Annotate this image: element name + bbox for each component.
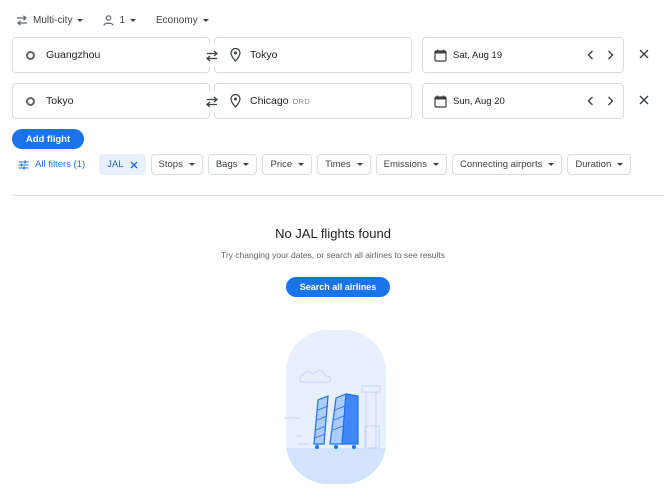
passengers-count: 1	[119, 14, 126, 26]
origin-ring-icon	[26, 96, 35, 106]
chevron-left-icon	[587, 50, 593, 60]
filter-bar: All filters (1) JAL Stops Bags Price Tim…	[18, 154, 636, 175]
departure-date-field[interactable]: Sat, Aug 19	[422, 37, 624, 73]
caret-down-icon	[432, 163, 439, 166]
previous-date-button[interactable]	[583, 94, 597, 108]
chip-label: Connecting airports	[459, 159, 543, 170]
price-filter-chip[interactable]: Price	[262, 154, 313, 175]
caret-down-icon	[243, 163, 250, 166]
caret-down-icon	[298, 163, 305, 166]
person-icon	[103, 14, 115, 26]
next-date-button[interactable]	[603, 94, 617, 108]
caret-down-icon	[617, 163, 624, 166]
times-filter-chip[interactable]: Times	[317, 154, 371, 175]
calendar-icon	[434, 95, 447, 108]
destination-field[interactable]: Tokyo	[214, 37, 412, 73]
tune-icon	[18, 160, 29, 169]
all-filters-label: All filters (1)	[35, 159, 86, 170]
caret-down-icon	[188, 163, 195, 166]
trip-type-label: Multi-city	[33, 14, 73, 26]
chip-label: Stops	[158, 159, 183, 170]
chevron-right-icon	[607, 96, 613, 106]
caret-down-icon	[77, 18, 84, 22]
destination-value: Chicago	[250, 95, 289, 107]
all-filters-button[interactable]: All filters (1)	[18, 159, 85, 170]
close-icon[interactable]	[130, 161, 138, 169]
origin-field[interactable]: Tokyo	[12, 83, 210, 119]
search-all-airlines-button[interactable]: Search all airlines	[286, 277, 390, 297]
remove-flight-button[interactable]	[636, 46, 652, 62]
location-pin-icon	[230, 94, 241, 108]
cabin-class-label: Economy	[156, 14, 198, 26]
previous-date-button[interactable]	[583, 48, 597, 62]
chip-label: Emissions	[383, 159, 427, 170]
destination-field[interactable]: Chicago ORD	[214, 83, 412, 119]
divider	[12, 195, 664, 196]
search-options-bar: Multi-city 1 Economy	[16, 10, 229, 30]
duration-filter-chip[interactable]: Duration	[567, 154, 632, 175]
caret-down-icon	[356, 163, 363, 166]
emissions-filter-chip[interactable]: Emissions	[375, 154, 447, 175]
chip-label: Times	[325, 159, 351, 170]
swap-arrows-icon	[205, 96, 219, 108]
trip-type-select[interactable]: Multi-city	[16, 14, 84, 26]
chip-label: Duration	[575, 159, 612, 170]
destination-value: Tokyo	[250, 49, 278, 61]
no-results-subtitle: Try changing your dates, or search all a…	[220, 250, 446, 260]
close-icon	[639, 49, 649, 59]
swap-origin-destination-button[interactable]	[201, 45, 223, 67]
departure-date-value: Sat, Aug 19	[453, 49, 503, 61]
close-icon	[639, 95, 649, 105]
origin-ring-icon	[26, 50, 35, 60]
chip-label: Bags	[215, 159, 238, 170]
connecting-airports-filter-chip[interactable]: Connecting airports	[451, 154, 563, 175]
chevron-right-icon	[607, 50, 613, 60]
no-results-title: No JAL flights found	[275, 226, 391, 241]
next-date-button[interactable]	[603, 48, 617, 62]
origin-field[interactable]: Guangzhou	[12, 37, 210, 73]
caret-down-icon	[548, 163, 555, 166]
origin-value: Guangzhou	[46, 49, 101, 61]
cabin-class-select[interactable]: Economy	[156, 15, 209, 26]
origin-value: Tokyo	[46, 95, 74, 107]
location-pin-icon	[230, 48, 241, 62]
departure-date-value: Sun, Aug 20	[453, 95, 505, 107]
empty-state-illustration	[284, 330, 386, 484]
swap-origin-destination-button[interactable]	[201, 91, 223, 113]
bags-filter-chip[interactable]: Bags	[207, 154, 258, 175]
caret-down-icon	[130, 18, 137, 22]
flight-leg-1: Guangzhou Tokyo Sat, Aug 19	[12, 37, 649, 73]
chevron-left-icon	[587, 96, 593, 106]
caret-down-icon	[202, 18, 209, 22]
departure-date-field[interactable]: Sun, Aug 20	[422, 83, 624, 119]
calendar-icon	[434, 49, 447, 62]
stops-filter-chip[interactable]: Stops	[150, 154, 203, 175]
airline-filter-label: JAL	[107, 159, 124, 170]
airline-filter-chip[interactable]: JAL	[99, 154, 146, 175]
flight-leg-2: Tokyo Chicago ORD Sun, Aug 20	[12, 83, 649, 119]
chip-label: Price	[270, 159, 293, 170]
add-flight-button[interactable]: Add flight	[12, 129, 84, 149]
swap-arrows-icon	[205, 50, 219, 62]
swap-arrows-icon	[17, 14, 27, 26]
remove-flight-button[interactable]	[636, 92, 652, 108]
passengers-select[interactable]: 1	[103, 14, 137, 26]
destination-code: ORD	[292, 96, 311, 106]
